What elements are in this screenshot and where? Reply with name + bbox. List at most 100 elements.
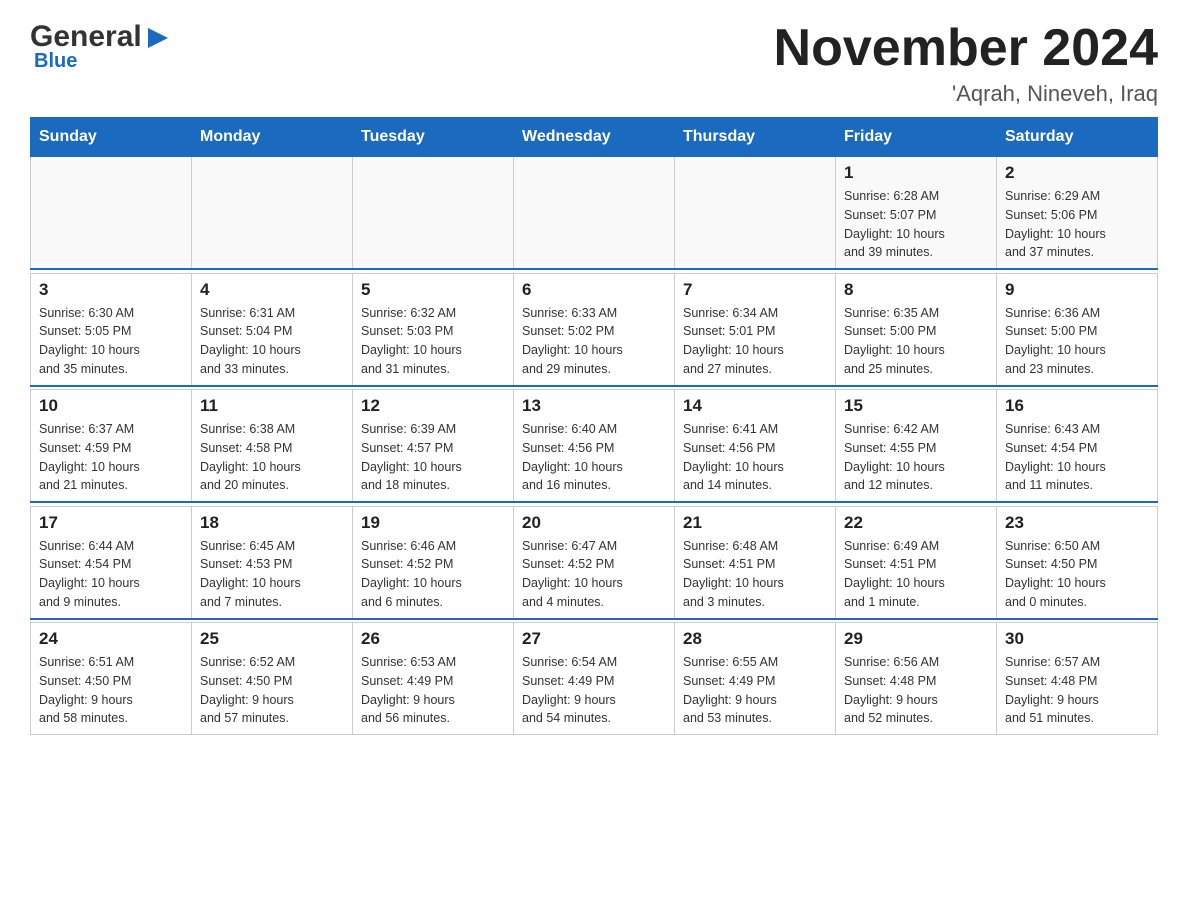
day-cell-2-5: 15Sunrise: 6:42 AM Sunset: 4:55 PM Dayli… — [836, 390, 997, 503]
day-number-16: 16 — [1005, 396, 1149, 416]
week-row-2: 10 Sunrise: 6:37 AM Sunset: 4:59 PM Dayli… — [31, 390, 1158, 503]
day-cell-3-5: 22 Sunrise: 6:49 AM Sunset: 4:51 PM Dayli… — [836, 506, 997, 619]
day-number-29: 29 — [844, 629, 988, 649]
day-cell-0-1 — [192, 157, 353, 270]
day-cell-2-1: 11 Sunrise: 6:38 AM Sunset: 4:58 PM Dayli… — [192, 390, 353, 503]
day-info-27: Sunrise: 6:54 AM Sunset: 4:49 PM Dayligh… — [522, 653, 666, 728]
day-info-25: Sunrise: 6:52 AM Sunset: 4:50 PM Dayligh… — [200, 653, 344, 728]
day-number-23: 23 — [1005, 513, 1149, 533]
day-cell-3-2: 19 Sunrise: 6:46 AM Sunset: 4:52 PM Dayli… — [353, 506, 514, 619]
day-number-19: 19 — [361, 513, 505, 533]
logo-general: General — [30, 20, 142, 54]
day-number-27: 27 — [522, 629, 666, 649]
day-cell-2-4: 14 Sunrise: 6:41 AM Sunset: 4:56 PM Dayli… — [675, 390, 836, 503]
day-cell-4-1: 25 Sunrise: 6:52 AM Sunset: 4:50 PM Dayli… — [192, 623, 353, 735]
day-number-28: 28 — [683, 629, 827, 649]
title-section: November 2024 'Aqrah, Nineveh, Iraq — [774, 20, 1158, 107]
day-number-9: 9 — [1005, 280, 1149, 300]
day-number-22: 22 — [844, 513, 988, 533]
header-friday: Friday — [836, 118, 997, 157]
day-cell-0-4 — [675, 157, 836, 270]
day-info-17: Sunrise: 6:44 AM Sunset: 4:54 PM Dayligh… — [39, 537, 183, 612]
day-cell-2-2: 12 Sunrise: 6:39 AM Sunset: 4:57 PM Dayli… — [353, 390, 514, 503]
day-number-12: 12 — [361, 396, 505, 416]
day-info-8: Sunrise: 6:35 AM Sunset: 5:00 PM Dayligh… — [844, 304, 988, 379]
header-thursday: Thursday — [675, 118, 836, 157]
day-info-26: Sunrise: 6:53 AM Sunset: 4:49 PM Dayligh… — [361, 653, 505, 728]
day-cell-1-3: 6 Sunrise: 6:33 AM Sunset: 5:02 PM Daylig… — [514, 273, 675, 386]
day-info-23: Sunrise: 6:50 AM Sunset: 4:50 PM Dayligh… — [1005, 537, 1149, 612]
day-info-12: Sunrise: 6:39 AM Sunset: 4:57 PM Dayligh… — [361, 420, 505, 495]
month-title: November 2024 — [774, 20, 1158, 77]
day-cell-3-4: 21 Sunrise: 6:48 AM Sunset: 4:51 PM Dayli… — [675, 506, 836, 619]
day-info-1: Sunrise: 6:28 AM Sunset: 5:07 PM Dayligh… — [844, 187, 988, 262]
day-cell-3-6: 23 Sunrise: 6:50 AM Sunset: 4:50 PM Dayli… — [997, 506, 1158, 619]
day-cell-1-6: 9 Sunrise: 6:36 AM Sunset: 5:00 PM Daylig… — [997, 273, 1158, 386]
day-cell-3-0: 17 Sunrise: 6:44 AM Sunset: 4:54 PM Dayli… — [31, 506, 192, 619]
day-cell-2-0: 10 Sunrise: 6:37 AM Sunset: 4:59 PM Dayli… — [31, 390, 192, 503]
day-number-10: 10 — [39, 396, 183, 416]
day-number-21: 21 — [683, 513, 827, 533]
day-number-14: 14 — [683, 396, 827, 416]
header-monday: Monday — [192, 118, 353, 157]
day-info-22: Sunrise: 6:49 AM Sunset: 4:51 PM Dayligh… — [844, 537, 988, 612]
day-number-15: 15 — [844, 396, 988, 416]
day-cell-3-1: 18 Sunrise: 6:45 AM Sunset: 4:53 PM Dayli… — [192, 506, 353, 619]
day-cell-4-6: 30Sunrise: 6:57 AM Sunset: 4:48 PM Dayli… — [997, 623, 1158, 735]
day-info-7: Sunrise: 6:34 AM Sunset: 5:01 PM Dayligh… — [683, 304, 827, 379]
location-title: 'Aqrah, Nineveh, Iraq — [774, 81, 1158, 107]
day-cell-0-2 — [353, 157, 514, 270]
day-info-30: Sunrise: 6:57 AM Sunset: 4:48 PM Dayligh… — [1005, 653, 1149, 728]
day-info-18: Sunrise: 6:45 AM Sunset: 4:53 PM Dayligh… — [200, 537, 344, 612]
day-info-13: Sunrise: 6:40 AM Sunset: 4:56 PM Dayligh… — [522, 420, 666, 495]
day-info-3: Sunrise: 6:30 AM Sunset: 5:05 PM Dayligh… — [39, 304, 183, 379]
day-number-2: 2 — [1005, 163, 1149, 183]
day-info-6: Sunrise: 6:33 AM Sunset: 5:02 PM Dayligh… — [522, 304, 666, 379]
day-number-4: 4 — [200, 280, 344, 300]
day-number-8: 8 — [844, 280, 988, 300]
day-number-25: 25 — [200, 629, 344, 649]
day-number-18: 18 — [200, 513, 344, 533]
week-row-4: 24Sunrise: 6:51 AM Sunset: 4:50 PM Dayli… — [31, 623, 1158, 735]
day-number-11: 11 — [200, 396, 344, 416]
day-cell-2-6: 16 Sunrise: 6:43 AM Sunset: 4:54 PM Dayli… — [997, 390, 1158, 503]
day-info-10: Sunrise: 6:37 AM Sunset: 4:59 PM Dayligh… — [39, 420, 183, 495]
day-number-20: 20 — [522, 513, 666, 533]
day-info-21: Sunrise: 6:48 AM Sunset: 4:51 PM Dayligh… — [683, 537, 827, 612]
calendar-table: Sunday Monday Tuesday Wednesday Thursday… — [30, 117, 1158, 735]
day-info-11: Sunrise: 6:38 AM Sunset: 4:58 PM Dayligh… — [200, 420, 344, 495]
header-wednesday: Wednesday — [514, 118, 675, 157]
day-number-17: 17 — [39, 513, 183, 533]
day-cell-4-0: 24Sunrise: 6:51 AM Sunset: 4:50 PM Dayli… — [31, 623, 192, 735]
logo-triangle-icon — [144, 24, 172, 52]
day-info-29: Sunrise: 6:56 AM Sunset: 4:48 PM Dayligh… — [844, 653, 988, 728]
day-info-16: Sunrise: 6:43 AM Sunset: 4:54 PM Dayligh… — [1005, 420, 1149, 495]
day-number-6: 6 — [522, 280, 666, 300]
day-cell-0-3 — [514, 157, 675, 270]
calendar-header-row: Sunday Monday Tuesday Wednesday Thursday… — [31, 118, 1158, 157]
week-row-0: 1 Sunrise: 6:28 AM Sunset: 5:07 PM Daylig… — [31, 157, 1158, 270]
day-info-9: Sunrise: 6:36 AM Sunset: 5:00 PM Dayligh… — [1005, 304, 1149, 379]
day-number-5: 5 — [361, 280, 505, 300]
day-cell-1-1: 4 Sunrise: 6:31 AM Sunset: 5:04 PM Daylig… — [192, 273, 353, 386]
day-cell-0-6: 2Sunrise: 6:29 AM Sunset: 5:06 PM Daylig… — [997, 157, 1158, 270]
day-info-19: Sunrise: 6:46 AM Sunset: 4:52 PM Dayligh… — [361, 537, 505, 612]
logo: General Blue — [30, 20, 172, 73]
day-cell-4-2: 26Sunrise: 6:53 AM Sunset: 4:49 PM Dayli… — [353, 623, 514, 735]
day-cell-4-5: 29 Sunrise: 6:56 AM Sunset: 4:48 PM Dayli… — [836, 623, 997, 735]
day-cell-1-4: 7Sunrise: 6:34 AM Sunset: 5:01 PM Daylig… — [675, 273, 836, 386]
day-cell-1-0: 3 Sunrise: 6:30 AM Sunset: 5:05 PM Daylig… — [31, 273, 192, 386]
week-row-3: 17 Sunrise: 6:44 AM Sunset: 4:54 PM Dayli… — [31, 506, 1158, 619]
week-row-1: 3 Sunrise: 6:30 AM Sunset: 5:05 PM Daylig… — [31, 273, 1158, 386]
day-cell-1-5: 8 Sunrise: 6:35 AM Sunset: 5:00 PM Daylig… — [836, 273, 997, 386]
day-number-24: 24 — [39, 629, 183, 649]
day-cell-4-3: 27 Sunrise: 6:54 AM Sunset: 4:49 PM Dayli… — [514, 623, 675, 735]
day-number-13: 13 — [522, 396, 666, 416]
day-info-14: Sunrise: 6:41 AM Sunset: 4:56 PM Dayligh… — [683, 420, 827, 495]
day-cell-3-3: 20 Sunrise: 6:47 AM Sunset: 4:52 PM Dayli… — [514, 506, 675, 619]
header-saturday: Saturday — [997, 118, 1158, 157]
day-info-20: Sunrise: 6:47 AM Sunset: 4:52 PM Dayligh… — [522, 537, 666, 612]
day-number-3: 3 — [39, 280, 183, 300]
day-info-4: Sunrise: 6:31 AM Sunset: 5:04 PM Dayligh… — [200, 304, 344, 379]
day-number-1: 1 — [844, 163, 988, 183]
